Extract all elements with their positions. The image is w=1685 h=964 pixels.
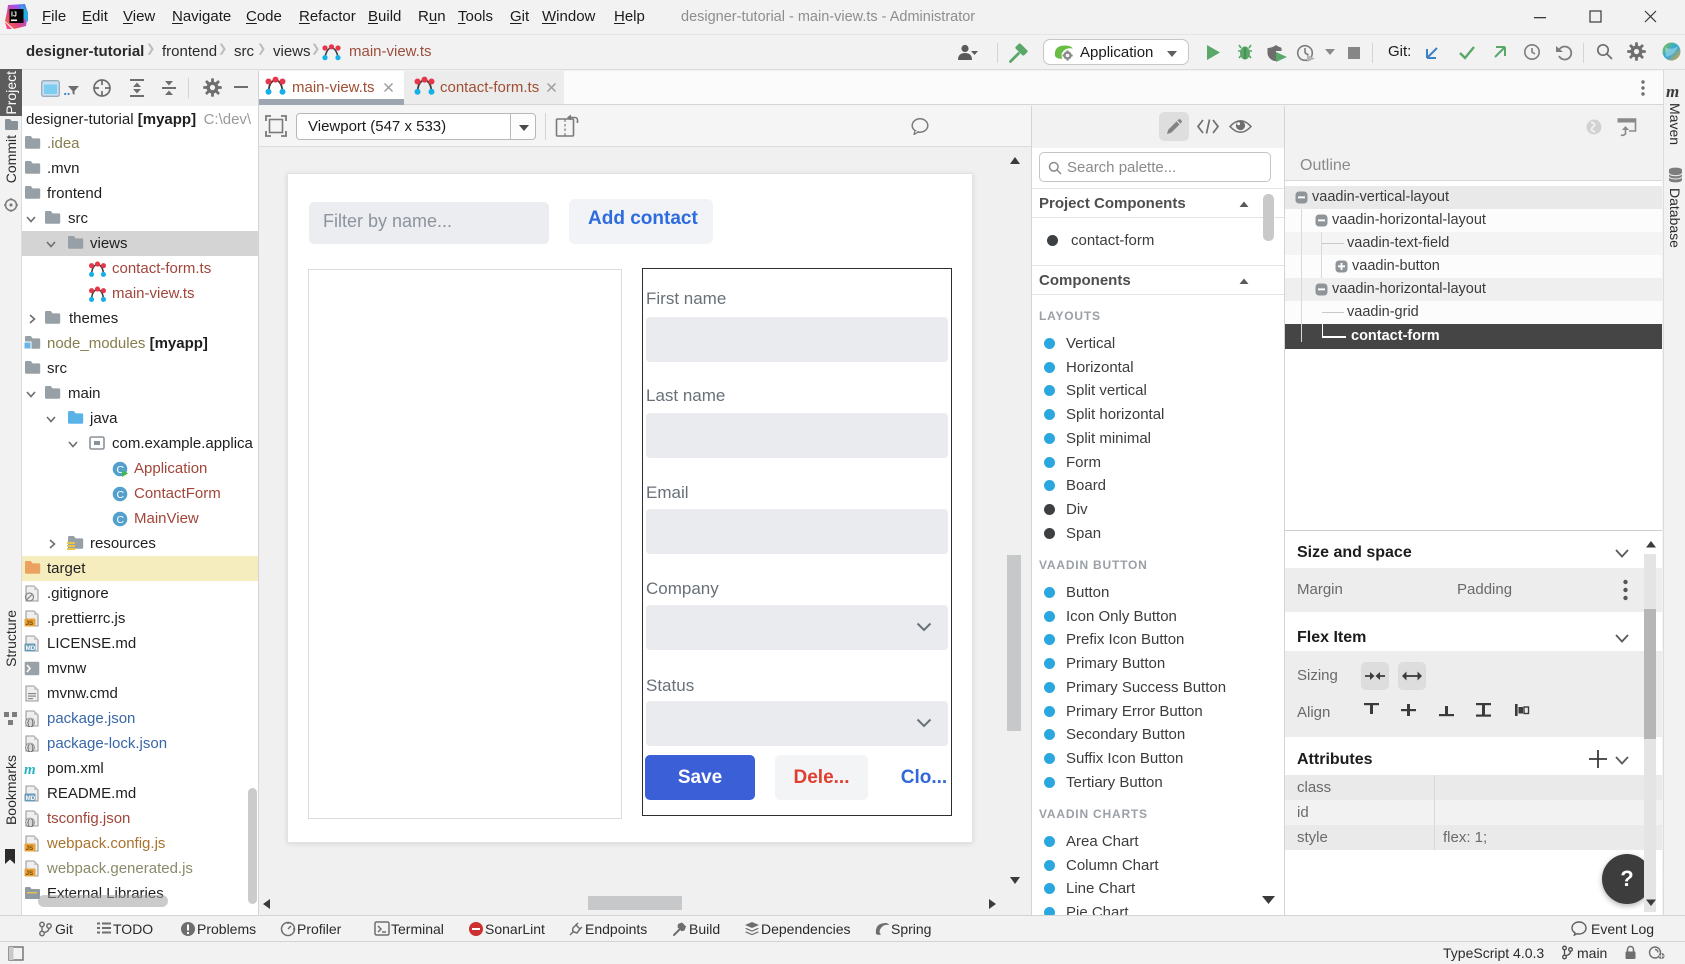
svg-text:C: C (117, 514, 125, 526)
svg-text:MD: MD (26, 645, 36, 652)
svg-text:m: m (24, 762, 36, 777)
svg-text:JS: JS (26, 870, 34, 877)
svg-text:{}: {} (26, 720, 34, 727)
svg-text:JS: JS (26, 620, 34, 627)
svg-text:IJ: IJ (11, 12, 17, 19)
svg-text:JS: JS (26, 845, 34, 852)
svg-text:{}: {} (26, 820, 34, 827)
svg-text:{}: {} (26, 745, 34, 752)
svg-text:C: C (117, 489, 125, 501)
svg-text:MD: MD (26, 795, 36, 802)
